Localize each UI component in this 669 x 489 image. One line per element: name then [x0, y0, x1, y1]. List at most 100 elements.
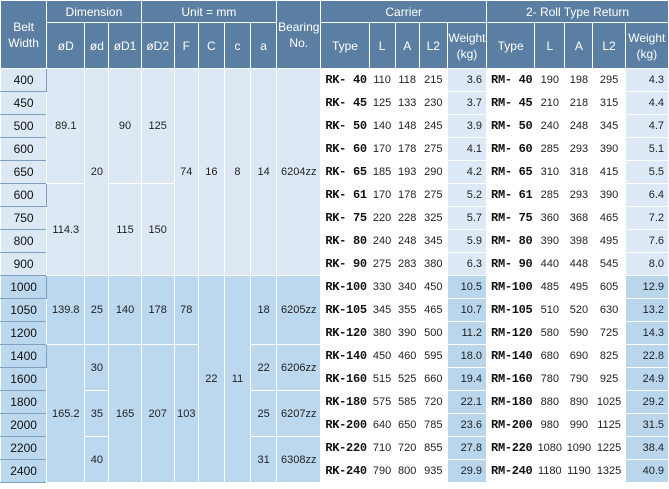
- carrier-L2-cell: 660: [418, 367, 448, 391]
- bearing-cell: 6205zz: [276, 275, 322, 345]
- bearing-cell: 6206zz: [276, 344, 322, 391]
- dim-d-cell: 30: [84, 344, 110, 391]
- carrier-A-cell: 800: [394, 459, 420, 483]
- carrier-weight-cell: 4.1: [446, 137, 488, 161]
- carrier-type-cell: RK-160: [320, 367, 370, 391]
- return-L-cell: 680: [534, 344, 566, 368]
- return-L2-cell: 295: [592, 68, 626, 92]
- return-weight-cell: 13.2: [624, 298, 669, 322]
- return-L-cell: 1080: [534, 436, 566, 460]
- dim-d-cell: 35: [84, 390, 110, 437]
- return-type-cell: RM-140: [486, 344, 536, 368]
- return-L2-cell: 495: [592, 229, 626, 253]
- header-dim-F: F: [173, 22, 199, 69]
- carrier-weight-cell: 27.8: [446, 436, 488, 460]
- return-A-cell: 368: [564, 206, 594, 230]
- dim-a-cell: 31: [250, 436, 278, 483]
- return-L2-cell: 1025: [592, 390, 626, 414]
- header-carrier-L2: L2: [418, 22, 448, 69]
- belt-width-cell: 1050: [0, 298, 48, 322]
- return-A-cell: 318: [564, 160, 594, 184]
- carrier-L-cell: 575: [368, 390, 396, 414]
- carrier-L-cell: 450: [368, 344, 396, 368]
- return-L-cell: 580: [534, 321, 566, 345]
- return-L-cell: 485: [534, 275, 566, 299]
- return-type-cell: RM-120: [486, 321, 536, 345]
- carrier-A-cell: 118: [394, 68, 420, 92]
- carrier-L-cell: 125: [368, 91, 396, 115]
- belt-width-cell: 800: [0, 229, 48, 253]
- return-weight-cell: 24.9: [624, 367, 669, 391]
- carrier-L2-cell: 290: [418, 160, 448, 184]
- carrier-L2-cell: 465: [418, 298, 448, 322]
- carrier-A-cell: 148: [394, 114, 420, 138]
- header-return-weight: Weight (kg): [624, 22, 669, 69]
- carrier-type-cell: RK- 61: [320, 183, 370, 207]
- carrier-L-cell: 140: [368, 114, 396, 138]
- return-weight-cell: 5.5: [624, 160, 669, 184]
- carrier-weight-cell: 19.4: [446, 367, 488, 391]
- dim-F-cell: 103: [173, 344, 199, 483]
- carrier-weight-cell: 4.2: [446, 160, 488, 184]
- header-return-A: A: [564, 22, 594, 69]
- carrier-L-cell: 345: [368, 298, 396, 322]
- return-L2-cell: 345: [592, 114, 626, 138]
- carrier-L-cell: 790: [368, 459, 396, 483]
- carrier-weight-cell: 22.1: [446, 390, 488, 414]
- carrier-L-cell: 640: [368, 413, 396, 437]
- header-carrier-type: Type: [320, 22, 370, 69]
- carrier-type-cell: RK-120: [320, 321, 370, 345]
- dim-D2-cell: 125: [140, 68, 175, 184]
- return-weight-cell: 5.1: [624, 137, 669, 161]
- carrier-weight-cell: 5.7: [446, 206, 488, 230]
- belt-width-cell: 2000: [0, 413, 48, 437]
- dim-d-cell: 20: [84, 68, 110, 276]
- carrier-L-cell: 275: [368, 252, 396, 276]
- return-L2-cell: 1325: [592, 459, 626, 483]
- carrier-type-cell: RK- 80: [320, 229, 370, 253]
- header-dim-c: c: [223, 22, 252, 69]
- dim-a-cell: 25: [250, 390, 278, 437]
- dim-D1-cell: 140: [108, 275, 142, 345]
- carrier-L2-cell: 345: [418, 229, 448, 253]
- dim-d-cell: 25: [84, 275, 110, 345]
- carrier-L-cell: 110: [368, 68, 396, 92]
- carrier-A-cell: 525: [394, 367, 420, 391]
- carrier-L2-cell: 450: [418, 275, 448, 299]
- return-L2-cell: 415: [592, 160, 626, 184]
- belt-width-cell: 400: [0, 68, 48, 92]
- carrier-L2-cell: 245: [418, 114, 448, 138]
- table-row: 400 89.1 20 90 125 74 16 8 14 6204zz RK-…: [0, 68, 669, 276]
- return-A-cell: 293: [564, 183, 594, 207]
- carrier-type-cell: RK-240: [320, 459, 370, 483]
- carrier-weight-cell: 5.9: [446, 229, 488, 253]
- belt-width-cell: 1600: [0, 367, 48, 391]
- return-weight-cell: 40.9: [624, 459, 669, 483]
- return-L2-cell: 825: [592, 344, 626, 368]
- return-L2-cell: 315: [592, 91, 626, 115]
- return-A-cell: 398: [564, 229, 594, 253]
- return-L-cell: 880: [534, 390, 566, 414]
- carrier-A-cell: 248: [394, 229, 420, 253]
- belt-width-cell: 600: [0, 183, 48, 207]
- belt-width-cell: 600: [0, 137, 48, 161]
- carrier-weight-cell: 6.3: [446, 252, 488, 276]
- carrier-L2-cell: 230: [418, 91, 448, 115]
- header-dim-D1: øD1: [108, 22, 142, 69]
- return-weight-cell: 4.7: [624, 114, 669, 138]
- return-L-cell: 1180: [534, 459, 566, 483]
- return-type-cell: RM-180: [486, 390, 536, 414]
- bearing-cell: 6207zz: [276, 390, 322, 437]
- return-type-cell: RM- 50: [486, 114, 536, 138]
- dim-F-cell: 74: [173, 68, 199, 276]
- return-type-cell: RM- 40: [486, 68, 536, 92]
- return-weight-cell: 4.3: [624, 68, 669, 92]
- carrier-L-cell: 240: [368, 229, 396, 253]
- carrier-weight-cell: 10.5: [446, 275, 488, 299]
- return-type-cell: RM- 45: [486, 91, 536, 115]
- header-carrier: Carrier: [320, 0, 488, 23]
- return-L2-cell: 390: [592, 137, 626, 161]
- carrier-weight-cell: 5.2: [446, 183, 488, 207]
- return-L2-cell: 545: [592, 252, 626, 276]
- carrier-L-cell: 515: [368, 367, 396, 391]
